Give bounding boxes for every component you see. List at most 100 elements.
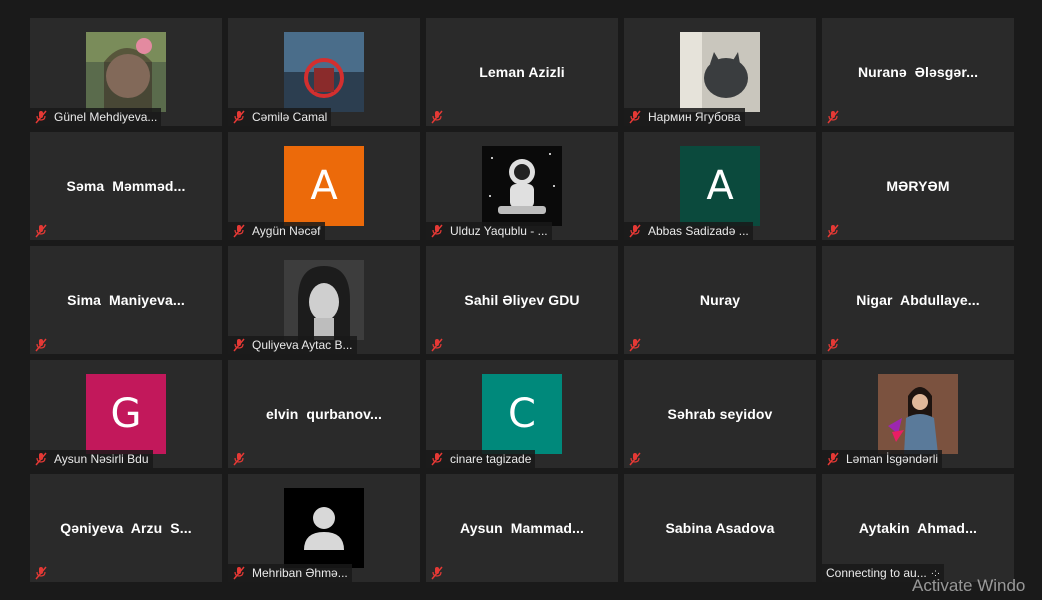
participant-tile[interactable]: Cəmilə Camal [228,18,420,126]
muted-mic-icon [629,452,641,466]
participant-name: MƏRYƏM [886,178,950,194]
video-grid: Günel Mehdiyeva... Cəmilə Camal Leman Az… [30,18,1014,582]
muted-mic-icon [233,224,245,238]
muted-mic-icon [827,110,839,124]
participant-tile[interactable]: Sima Maniyeva... [30,246,222,354]
participant-name: Sima Maniyeva... [67,292,185,308]
avatar-initial: A [310,163,338,209]
muted-mic-icon [827,224,839,238]
participant-name: Sabina Asadova [665,520,775,536]
muted-mic-icon [431,110,443,124]
muted-mic-icon [629,224,641,238]
participant-tile[interactable]: Səhrab seyidov [624,360,816,468]
participant-name: elvin qurbanov... [266,406,382,422]
participant-tile[interactable]: elvin qurbanov... [228,360,420,468]
profile-photo [482,146,562,226]
avatar-initial: A [706,163,734,209]
participant-name: Aysun Mammad... [460,520,584,536]
participant-name-label: Cəmilə Camal [228,108,332,126]
participant-name-label: Ulduz Yaqublu - ... [426,222,552,240]
participant-tile[interactable]: MƏRYƏM [822,132,1014,240]
participant-tile[interactable]: G Aysun Nəsirli Bdu [30,360,222,468]
participant-tile[interactable]: Leman Azizli [426,18,618,126]
participant-tile[interactable]: Qəniyeva Arzu S... [30,474,222,582]
profile-photo [680,32,760,112]
participant-name-label: Mehriban Əhmə... [228,564,352,582]
letter-avatar: G [86,374,166,454]
participant-tile[interactable]: Aytakin Ahmad... Connecting to au... ·:· [822,474,1014,582]
participant-name: cinare tagizade [450,452,532,466]
muted-mic-icon [233,452,245,466]
participant-tile[interactable]: Günel Mehdiyeva... [30,18,222,126]
participant-name: Leman Azizli [479,64,565,80]
default-user-avatar [284,488,364,568]
participant-name: Cəmilə Camal [252,110,328,124]
letter-avatar: A [284,146,364,226]
participant-tile[interactable]: Nuranə Ələsgər... [822,18,1014,126]
muted-mic-icon [233,566,245,580]
muted-mic-icon [629,110,641,124]
profile-photo [284,32,364,112]
muted-mic-icon [827,338,839,352]
participant-tile[interactable]: Aysun Mammad... [426,474,618,582]
avatar-initial: G [110,391,142,437]
participant-name: Səhrab seyidov [667,406,773,422]
participant-tile[interactable]: Ləman İsgəndərli [822,360,1014,468]
participant-tile[interactable]: Nuray [624,246,816,354]
participant-name: Ulduz Yaqublu - ... [450,224,548,238]
participant-name: Nuranə Ələsgər... [857,64,979,80]
user-silhouette-icon [304,507,344,550]
participant-name: Mehriban Əhmə... [252,566,348,580]
participant-tile[interactable]: Səma Məmməd... [30,132,222,240]
participant-name: Aygün Nəcəf [252,224,321,238]
participant-tile[interactable]: Quliyeva Aytac B... [228,246,420,354]
muted-mic-icon [629,338,641,352]
participant-name: Qəniyeva Arzu S... [60,520,192,536]
muted-mic-icon [35,452,47,466]
participant-name: Aysun Nəsirli Bdu [54,452,149,466]
participant-name: Nuray [699,292,741,308]
participant-name-label: Günel Mehdiyeva... [30,108,162,126]
participant-tile[interactable]: Ulduz Yaqublu - ... [426,132,618,240]
letter-avatar: A [680,146,760,226]
profile-photo [86,32,166,112]
participant-name-label: Quliyeva Aytac B... [228,336,357,354]
participant-name: Ləman İsgəndərli [846,452,939,466]
profile-photo [878,374,958,454]
participant-name: Səma Məmməd... [66,178,186,194]
participant-tile[interactable]: C cinare tagizade [426,360,618,468]
participant-tile[interactable]: A Abbas Sadizadə ... [624,132,816,240]
muted-mic-icon [431,566,443,580]
muted-mic-icon [35,566,47,580]
participant-name: Sahil Əliyev GDU [464,292,580,308]
participant-name-label: Ləman İsgəndərli [822,450,943,468]
activate-windows-watermark: Activate Windo [912,576,1026,595]
muted-mic-icon [35,224,47,238]
muted-mic-icon [431,224,443,238]
muted-mic-icon [35,338,47,352]
participant-name: Günel Mehdiyeva... [54,110,158,124]
participant-name-label: Нармин Ягубова [624,108,745,126]
participant-name-label: cinare tagizade [426,450,536,468]
muted-mic-icon [431,338,443,352]
participant-name-label: Abbas Sadizadə ... [624,222,753,240]
participant-name: Abbas Sadizadə ... [648,224,749,238]
participant-tile[interactable]: Sahil Əliyev GDU [426,246,618,354]
profile-photo [284,260,364,340]
participant-name: Quliyeva Aytac B... [252,338,353,352]
participant-tile[interactable]: Нармин Ягубова [624,18,816,126]
participant-name-label: Aysun Nəsirli Bdu [30,450,153,468]
muted-mic-icon [827,452,839,466]
participant-tile[interactable]: Sabina Asadova [624,474,816,582]
muted-mic-icon [233,338,245,352]
participant-tile[interactable]: Nigar Abdullaye... [822,246,1014,354]
participant-tile[interactable]: A Aygün Nəcəf [228,132,420,240]
participant-name: Nigar Abdullaye... [856,292,980,308]
participant-tile[interactable]: Mehriban Əhmə... [228,474,420,582]
muted-mic-icon [233,110,245,124]
muted-mic-icon [431,452,443,466]
participant-name: Нармин Ягубова [648,110,741,124]
participant-name: Aytakin Ahmad... [858,520,978,536]
muted-mic-icon [35,110,47,124]
letter-avatar: C [482,374,562,454]
